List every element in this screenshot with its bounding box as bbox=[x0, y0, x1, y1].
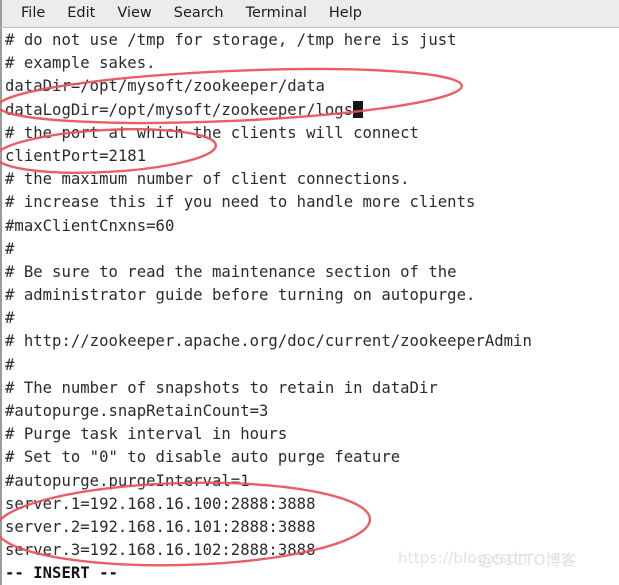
terminal-line: # Be sure to read the maintenance sectio… bbox=[5, 261, 619, 284]
terminal-line-text: # do not use /tmp for storage, /tmp here… bbox=[5, 31, 457, 49]
terminal-line-text: # http://zookeeper.apache.org/doc/curren… bbox=[5, 332, 532, 351]
menu-help[interactable]: Help bbox=[318, 3, 373, 24]
terminal-line-text: # Set to "0" to disable auto purge featu… bbox=[5, 448, 401, 467]
terminal-line-text: server.1=192.168.16.100:2888:3888 bbox=[5, 494, 316, 513]
terminal-line-text: server.3=192.168.16.102:2888:3888 bbox=[5, 541, 316, 560]
terminal-line-text: # bbox=[5, 309, 15, 328]
terminal-output-area[interactable]: # do not use /tmp for storage, /tmp here… bbox=[0, 28, 619, 585]
terminal-line-text: #autopurge.purgeInterval=1 bbox=[5, 471, 250, 490]
terminal-line-text: # example sakes. bbox=[5, 54, 156, 73]
terminal-line: # http://zookeeper.apache.org/doc/curren… bbox=[5, 330, 619, 353]
menu-view[interactable]: View bbox=[106, 3, 162, 24]
terminal-line-text: # administrator guide before turning on … bbox=[5, 286, 476, 305]
terminal-line-text: dataLogDir=/opt/mysoft/zookeeper/logs bbox=[5, 100, 354, 119]
terminal-line-text: server.2=192.168.16.101:2888:3888 bbox=[5, 517, 316, 536]
terminal-line: clientPort=2181 bbox=[5, 145, 619, 168]
terminal-line: # the port at which the clients will con… bbox=[5, 122, 619, 145]
terminal-line: # bbox=[5, 238, 619, 261]
terminal-line: # do not use /tmp for storage, /tmp here… bbox=[5, 29, 619, 52]
terminal-line: server.1=192.168.16.100:2888:3888 bbox=[5, 493, 619, 516]
terminal-line-text: # bbox=[5, 355, 15, 374]
terminal-line-text: # Be sure to read the maintenance sectio… bbox=[5, 262, 457, 281]
terminal-line: # The number of snapshots to retain in d… bbox=[5, 377, 619, 400]
terminal-line-text: # the maximum number of client connectio… bbox=[5, 170, 410, 189]
menu-terminal[interactable]: Terminal bbox=[235, 3, 318, 24]
terminal-line: # the maximum number of client connectio… bbox=[5, 168, 619, 191]
watermark: https://blog.csdn @51CTO博客 bbox=[398, 549, 576, 569]
terminal-line-text: # bbox=[5, 239, 15, 258]
terminal-line-text: clientPort=2181 bbox=[5, 146, 147, 165]
menu-bar: File Edit View Search Terminal Help bbox=[0, 0, 619, 28]
terminal-line: #autopurge.snapRetainCount=3 bbox=[5, 400, 619, 423]
terminal-line-text: # increase this if you need to handle mo… bbox=[5, 193, 476, 212]
terminal-line: server.2=192.168.16.101:2888:3888 bbox=[5, 516, 619, 539]
terminal-line: # example sakes. bbox=[5, 52, 619, 75]
terminal-line: # bbox=[5, 307, 619, 330]
terminal-line: # administrator guide before turning on … bbox=[5, 284, 619, 307]
terminal-line: # Set to "0" to disable auto purge featu… bbox=[5, 446, 619, 469]
terminal-line: #maxClientCnxns=60 bbox=[5, 215, 619, 238]
terminal-line: # increase this if you need to handle mo… bbox=[5, 191, 619, 214]
terminal-line: dataLogDir=/opt/mysoft/zookeeper/logs bbox=[5, 99, 619, 122]
menu-search[interactable]: Search bbox=[163, 3, 235, 24]
terminal-window: File Edit View Search Terminal Help # do… bbox=[0, 0, 619, 585]
terminal-line: # Purge task interval in hours bbox=[5, 423, 619, 446]
terminal-line-text: dataDir=/opt/mysoft/zookeeper/data bbox=[5, 77, 325, 96]
terminal-line: # bbox=[5, 354, 619, 377]
terminal-line: #autopurge.purgeInterval=1 bbox=[5, 470, 619, 493]
terminal-line: dataDir=/opt/mysoft/zookeeper/data bbox=[5, 75, 619, 98]
terminal-line-text: -- INSERT -- bbox=[5, 564, 118, 583]
terminal-line-text: # Purge task interval in hours bbox=[5, 425, 288, 444]
terminal-line-text: # The number of snapshots to retain in d… bbox=[5, 378, 438, 397]
terminal-line-text: #autopurge.snapRetainCount=3 bbox=[5, 402, 269, 420]
watermark-site: @51CTO博客 bbox=[479, 551, 577, 569]
menu-edit[interactable]: Edit bbox=[56, 3, 106, 24]
menu-file[interactable]: File bbox=[10, 3, 56, 24]
terminal-lines: # do not use /tmp for storage, /tmp here… bbox=[5, 29, 619, 585]
text-cursor bbox=[353, 100, 364, 118]
terminal-line-text: #maxClientCnxns=60 bbox=[5, 216, 175, 235]
terminal-line-text: # the port at which the clients will con… bbox=[5, 123, 419, 142]
